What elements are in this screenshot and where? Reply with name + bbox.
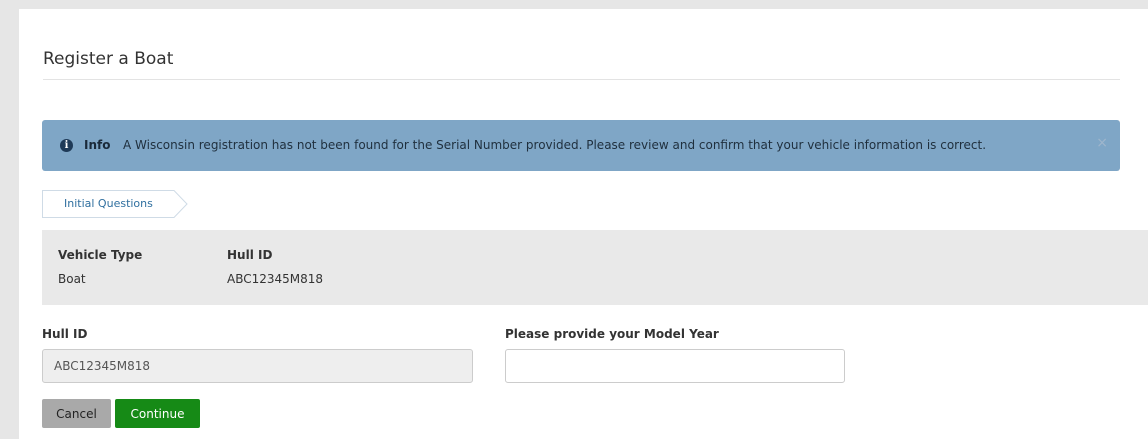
vehicle-type-value: Boat (58, 272, 86, 286)
model-year-input[interactable] (505, 349, 845, 383)
continue-button[interactable]: Continue (115, 399, 200, 428)
model-year-field-label: Please provide your Model Year (505, 327, 719, 341)
info-alert: i Info A Wisconsin registration has not … (42, 120, 1120, 171)
cancel-button[interactable]: Cancel (42, 399, 111, 428)
info-icon: i (60, 139, 73, 152)
vehicle-summary: Vehicle Type Boat Hull ID ABC12345M818 (42, 230, 1148, 305)
step-label: Initial Questions (64, 197, 153, 210)
step-initial-questions[interactable]: Initial Questions (42, 190, 192, 218)
close-icon[interactable]: × (1096, 135, 1108, 151)
summary-hull-id-label: Hull ID (227, 248, 273, 262)
vehicle-type-label: Vehicle Type (58, 248, 143, 262)
summary-hull-id-value: ABC12345M818 (227, 272, 324, 286)
hull-id-input[interactable] (42, 349, 473, 383)
title-divider (43, 79, 1120, 80)
hull-id-field-label: Hull ID (42, 327, 88, 341)
registration-card: Register a Boat i Info A Wisconsin regis… (19, 9, 1148, 439)
alert-message: A Wisconsin registration has not been fo… (123, 138, 987, 152)
page-title: Register a Boat (43, 49, 174, 69)
alert-label: Info (84, 138, 111, 152)
